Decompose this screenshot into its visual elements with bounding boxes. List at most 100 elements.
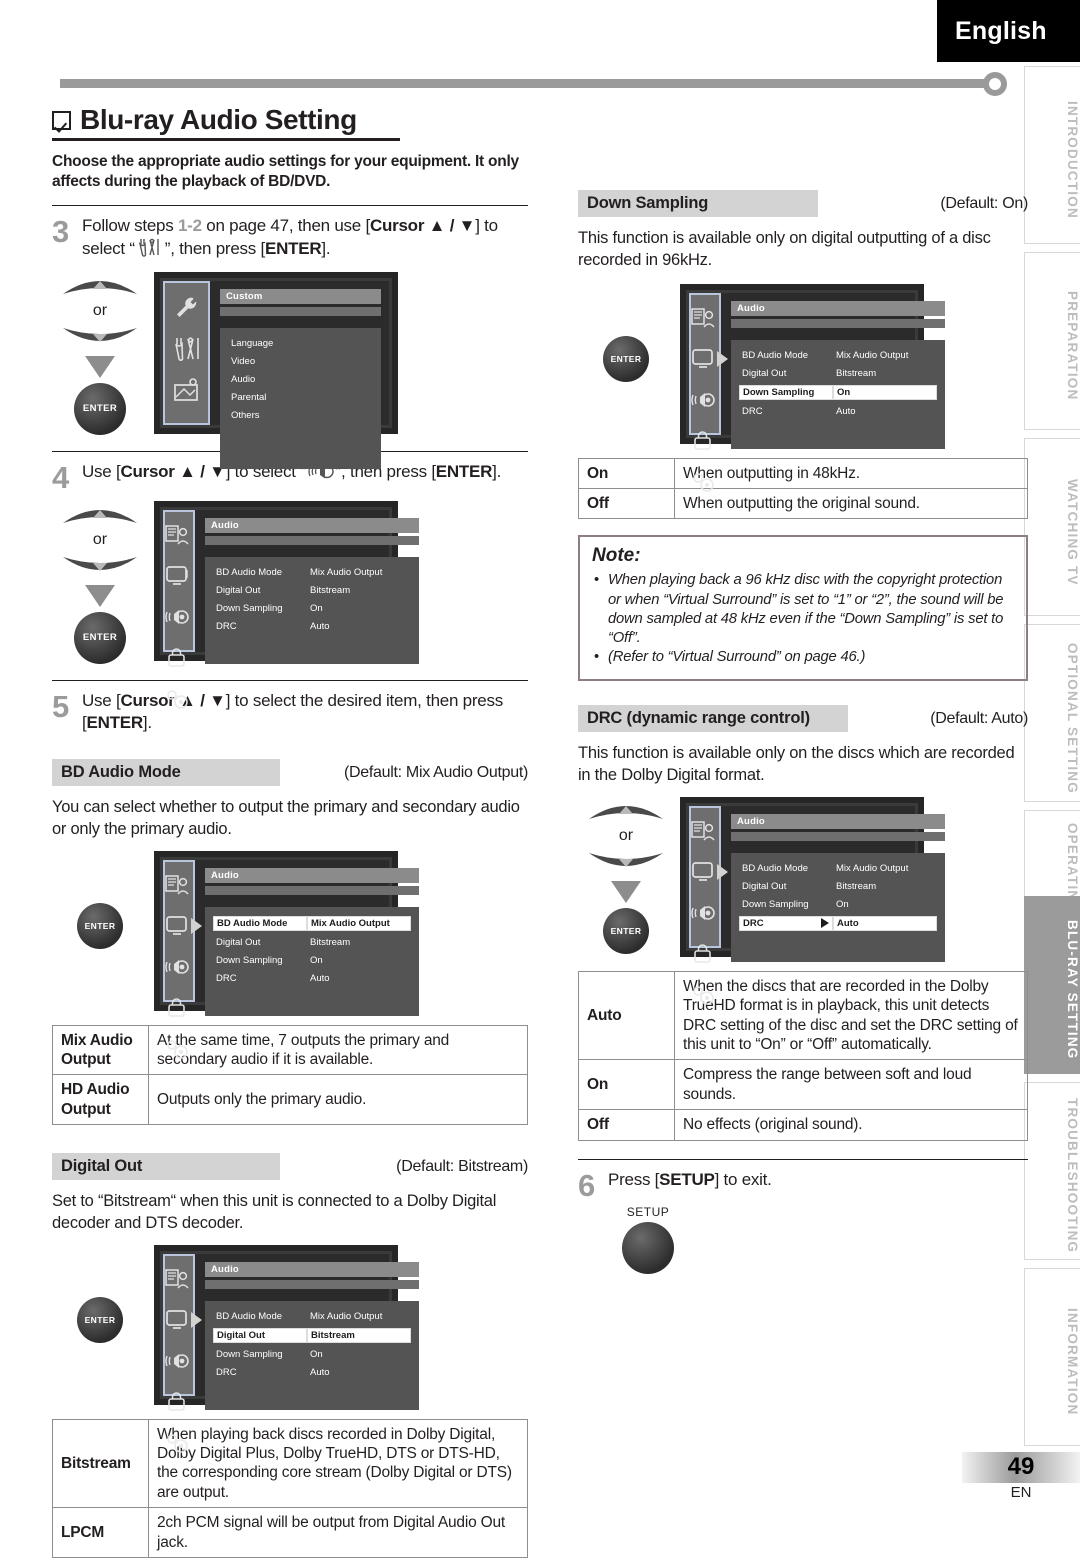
table-row: On When outputting in 48kHz. xyxy=(578,457,1028,489)
enter-button-drc[interactable]: ENTER xyxy=(603,907,649,954)
table-row[interactable]: BD Audio Mode Mix Audio Output xyxy=(739,862,937,875)
table-row: Mix Audio Output At the same time, 7 out… xyxy=(52,1024,528,1076)
setting-bd-audio-mode-header: BD Audio Mode (Default: Mix Audio Output… xyxy=(52,759,528,787)
table-row[interactable]: DRC Auto xyxy=(213,972,411,985)
option-description: When outputting the original sound. xyxy=(674,487,1028,520)
table-row-selected[interactable]: DRC Auto xyxy=(739,915,937,931)
page-title: Blu-ray Audio Setting xyxy=(52,104,400,141)
step-4-text-a: Use [ xyxy=(82,461,121,481)
lock-icon xyxy=(165,647,193,673)
option-description: Compress the range between soft and loud… xyxy=(674,1059,1028,1111)
osd-row-value: On xyxy=(310,954,323,966)
osd-row-key: DRC xyxy=(216,620,237,632)
table-row-selected[interactable]: Down Sampling On xyxy=(717,350,937,400)
note-item-reference: (Refer to “Virtual Surround” on page 46.… xyxy=(594,648,1014,667)
selection-cursor-icon xyxy=(717,350,728,367)
sidebar-item-troubleshooting[interactable]: TROUBLESHOOTING xyxy=(1024,1082,1080,1260)
enter-button[interactable]: ENTER xyxy=(603,335,649,382)
list-item[interactable]: Audio xyxy=(228,373,373,386)
cursor-down-button[interactable] xyxy=(61,552,139,579)
language-icon xyxy=(165,1268,193,1294)
osd-row-key: BD Audio Mode xyxy=(216,1310,283,1322)
cursor-down-button[interactable] xyxy=(587,848,665,875)
osd-audio-list: BD Audio Mode Mix Audio Output Digital O… xyxy=(191,906,419,1016)
sidebar-item-introduction[interactable]: INTRODUCTION xyxy=(1024,66,1080,244)
osd-row-key: Down Sampling xyxy=(742,898,809,910)
table-row[interactable]: Digital Out Bitstream xyxy=(739,367,937,380)
flow-arrow-icon xyxy=(85,584,115,607)
osd-row-key-text: Digital Out xyxy=(217,1329,266,1341)
option-key: Bitstream xyxy=(52,1418,149,1509)
sidebar-item-information[interactable]: INFORMATION xyxy=(1024,1268,1080,1446)
setting-default: (Default: Auto) xyxy=(930,709,1028,727)
remote-cursor-keys-step3: or ENTER xyxy=(52,272,148,435)
osd-row-value: Auto xyxy=(310,972,330,984)
selection-cursor-icon xyxy=(717,863,728,880)
note-box: Note: When playing back a 96 kHz disc wi… xyxy=(578,535,1028,682)
table-row-selected[interactable]: BD Audio Mode Mix Audio Output xyxy=(191,915,411,934)
table-row[interactable]: DRC Auto xyxy=(213,620,411,633)
enter-button-step4[interactable]: ENTER xyxy=(74,611,126,664)
table-row-selected[interactable]: Digital Out Bitstream xyxy=(191,1311,411,1343)
table-row[interactable]: Down Sampling On xyxy=(213,954,411,967)
cursor-up-button[interactable] xyxy=(587,797,665,824)
enter-button[interactable]: ENTER xyxy=(77,1296,123,1343)
table-row[interactable]: BD Audio Mode Mix Audio Output xyxy=(213,1310,411,1323)
selection-cursor-icon xyxy=(191,917,202,934)
osd-row-key: Down Sampling xyxy=(216,954,283,966)
remote-enter-bd-audio-mode: ENTER xyxy=(52,851,148,1011)
osd-row-key-text: BD Audio Mode xyxy=(217,917,288,929)
digital-out-options-table: Bitstream When playing back discs record… xyxy=(52,1418,528,1558)
enter-button-step3[interactable]: ENTER xyxy=(74,382,126,435)
step-4-enter-key: ENTER xyxy=(435,461,493,481)
osd-row-key: Down Sampling xyxy=(216,1348,283,1360)
lock-icon xyxy=(165,1391,193,1417)
setting-name: DRC (dynamic range control) xyxy=(578,705,848,733)
enter-button[interactable]: ENTER xyxy=(77,902,123,949)
step-3: 3 Follow steps 1-2 on page 47, then use … xyxy=(52,215,528,264)
others-gear-icon xyxy=(165,1432,193,1458)
cursor-up-button[interactable] xyxy=(61,501,139,528)
table-row[interactable]: DRC Auto xyxy=(739,405,937,418)
option-key: LPCM xyxy=(52,1507,149,1558)
table-row: On Compress the range between soft and l… xyxy=(578,1059,1028,1111)
remote-setup-key: SETUP xyxy=(608,1205,688,1274)
page-footer: 49 EN xyxy=(962,1452,1080,1501)
table-row[interactable]: BD Audio Mode Mix Audio Output xyxy=(739,349,937,362)
language-icon xyxy=(691,820,719,846)
list-item[interactable]: Parental xyxy=(228,391,373,404)
divider xyxy=(52,679,528,681)
list-item[interactable]: Video xyxy=(228,355,373,368)
option-description: At the same time, 7 outputs the primary … xyxy=(148,1024,528,1076)
table-row[interactable]: Down Sampling On xyxy=(213,1348,411,1361)
checkbox-icon xyxy=(52,110,71,130)
table-row[interactable]: Down Sampling On xyxy=(213,602,411,615)
table-row[interactable]: DRC Auto xyxy=(213,1366,411,1379)
table-row[interactable]: BD Audio Mode Mix Audio Output xyxy=(213,566,411,579)
sidebar-item-watching-tv[interactable]: WATCHING TV xyxy=(1024,438,1080,616)
sidebar-item-optional-setting[interactable]: OPTIONAL SETTING xyxy=(1024,624,1080,802)
option-key: Auto xyxy=(578,970,675,1061)
sidebar-item-preparation[interactable]: PREPARATION xyxy=(1024,252,1080,430)
table-row[interactable]: Down Sampling On xyxy=(717,863,937,911)
video-icon xyxy=(165,1309,193,1335)
step-3-text-e: ]. xyxy=(321,239,331,259)
speaker-icon xyxy=(691,389,719,415)
list-item[interactable]: Language xyxy=(228,337,373,350)
cursor-down-button[interactable] xyxy=(61,323,139,350)
setup-button[interactable] xyxy=(622,1221,674,1274)
list-item[interactable]: Others xyxy=(228,409,373,422)
table-row[interactable]: Digital Out Bitstream xyxy=(739,880,937,893)
setting-name: Down Sampling xyxy=(578,190,818,217)
language-tab: English xyxy=(937,0,1080,62)
option-description: 2ch PCM signal will be output from Digit… xyxy=(148,1507,528,1558)
table-row[interactable]: Digital Out Bitstream xyxy=(213,584,411,597)
cursor-up-button[interactable] xyxy=(61,272,139,299)
page-title-text: Blu-ray Audio Setting xyxy=(80,104,357,135)
osd-drc-screenshot: Audio BD Audio Mode Mix Audio Output Digi… xyxy=(680,796,945,1005)
or-label-step3: or xyxy=(92,301,108,319)
page-region-code: EN xyxy=(1010,1484,1032,1501)
sidebar-item-bluray-setting[interactable]: BLU-RAY SETTING xyxy=(1024,896,1080,1074)
table-row[interactable]: Digital Out Bitstream xyxy=(213,936,411,949)
osd-row-value: Mix Audio Output xyxy=(836,862,909,874)
